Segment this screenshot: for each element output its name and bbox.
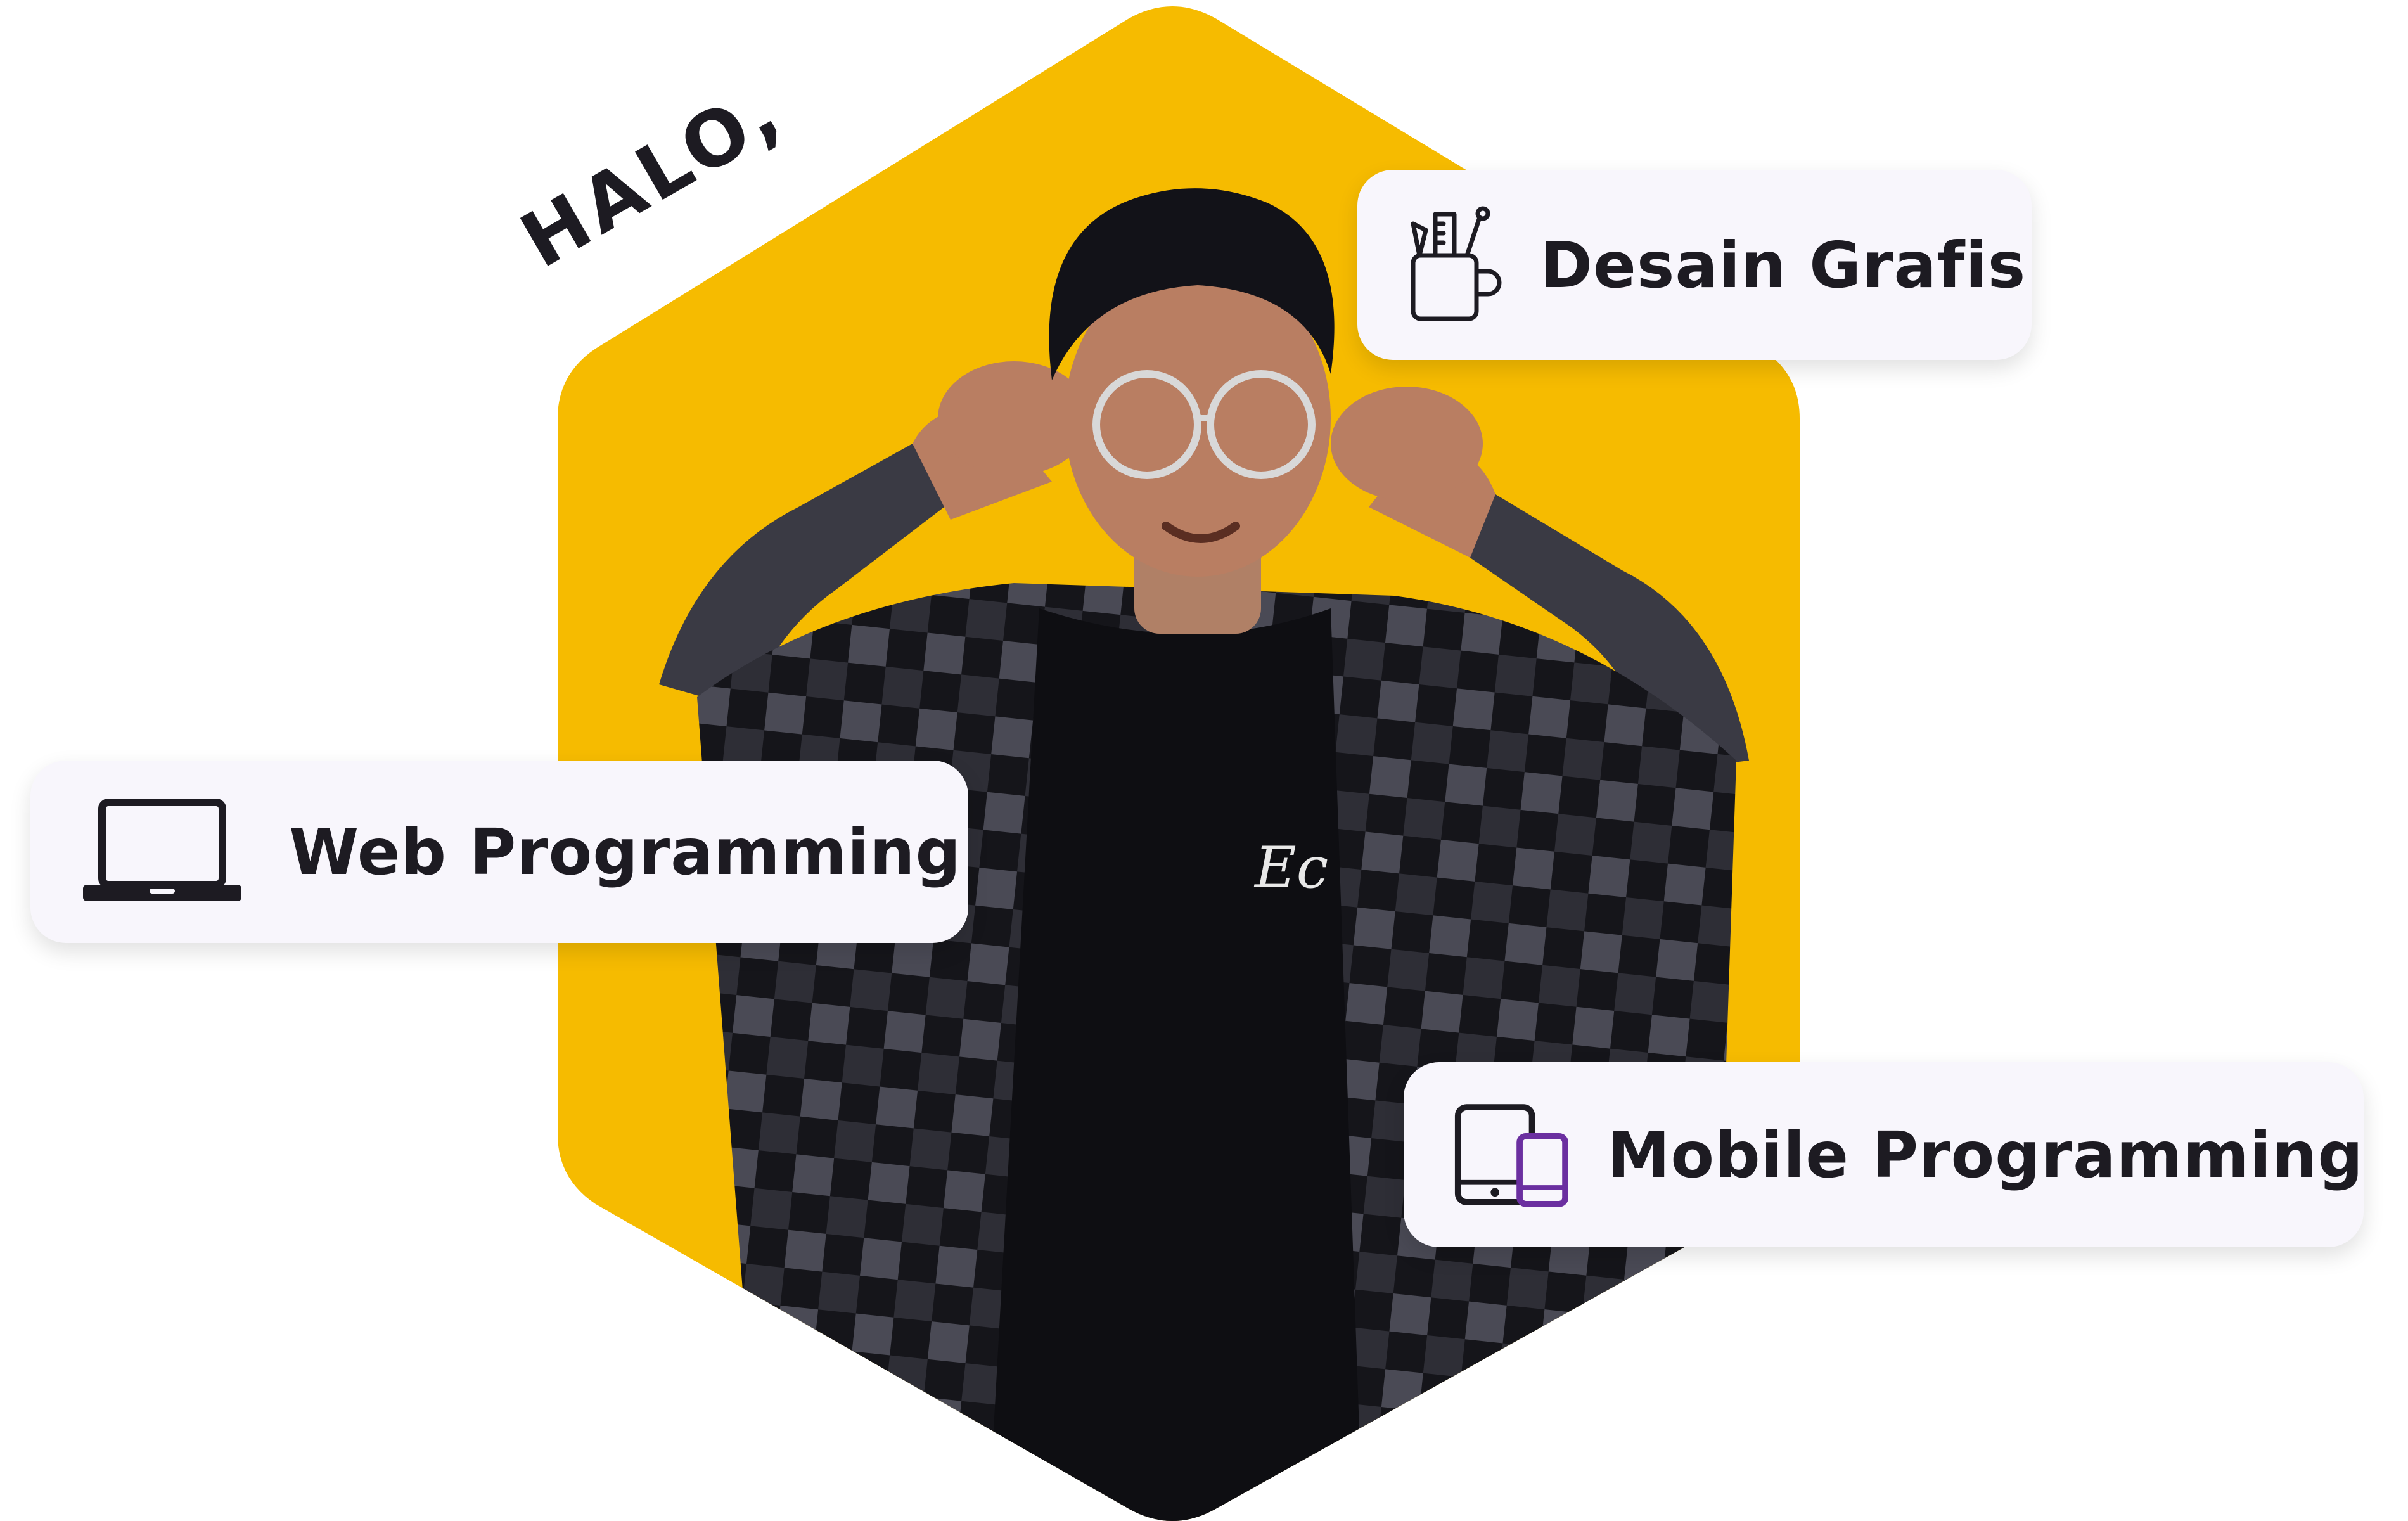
skill-card-desain-grafis: Desain Grafis (1357, 170, 2032, 360)
skill-card-web-programming: Web Programming (30, 760, 968, 943)
skill-label: Desain Grafis (1540, 228, 2027, 302)
tablet-phone-icon (1453, 1101, 1570, 1209)
right-hand (1331, 387, 1483, 501)
hero-illustration: Ec HALO, Desain Grafis Web Programming M… (0, 0, 2408, 1521)
laptop-icon (80, 795, 245, 909)
skill-card-mobile-programming: Mobile Programming (1404, 1062, 2364, 1247)
shirt-logo: Ec (1253, 835, 1328, 901)
skill-label: Web Programming (289, 814, 962, 889)
pencil-cup-icon (1407, 205, 1502, 325)
skill-label: Mobile Programming (1606, 1117, 2364, 1192)
black-tshirt (989, 608, 1362, 1521)
